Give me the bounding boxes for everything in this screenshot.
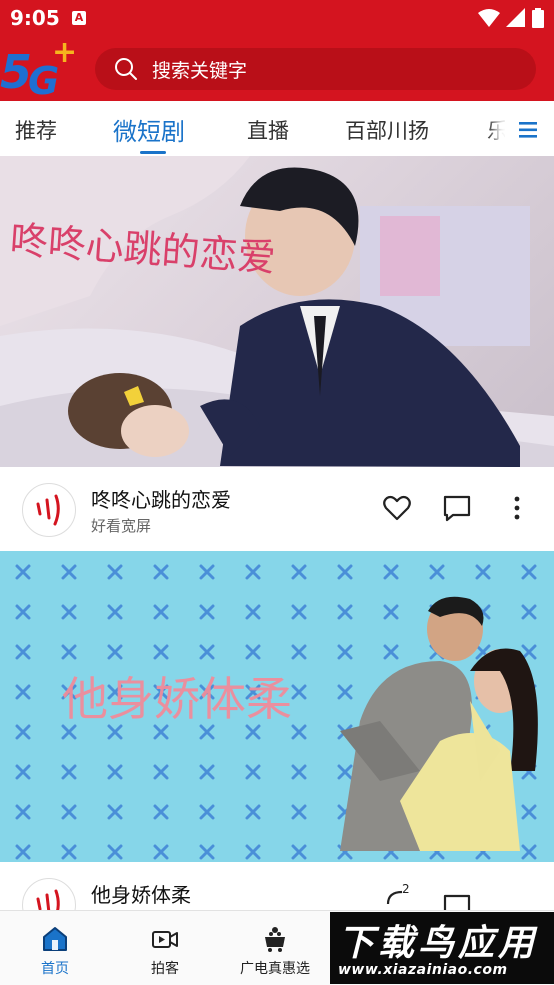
- watermark-url: www.xiazainiao.com: [338, 962, 508, 978]
- video-title[interactable]: 他身娇体柔: [91, 879, 191, 908]
- app-logo[interactable]: 5 G +: [0, 35, 80, 103]
- comment-icon[interactable]: [442, 493, 472, 523]
- status-time: 9:05: [10, 6, 60, 30]
- like-icon[interactable]: [382, 493, 412, 523]
- video-poster[interactable]: 他身娇体柔: [0, 551, 554, 862]
- menu-icon: [519, 122, 537, 138]
- tab-micro-drama[interactable]: 微短剧: [113, 112, 185, 147]
- shopping-cart-icon: [265, 927, 285, 952]
- svg-text:+: +: [52, 36, 77, 70]
- video-title[interactable]: 咚咚心跳的恋爱: [91, 484, 231, 513]
- video-poster[interactable]: 咚咚心跳的恋爱: [0, 156, 554, 467]
- wifi-icon: [478, 9, 500, 27]
- system-icons: [478, 8, 544, 28]
- nav-guangdian-select[interactable]: 广电真惠选: [220, 911, 330, 985]
- sichuan-logo-icon: [36, 494, 60, 526]
- comment-count: 2: [402, 882, 410, 896]
- active-tab-indicator: [140, 151, 166, 154]
- channel-avatar[interactable]: [22, 483, 76, 537]
- tab-live[interactable]: 直播: [247, 115, 289, 145]
- watermark-title: 下载鸟应用: [338, 923, 539, 964]
- status-bar: 9:05 A: [0, 0, 554, 36]
- site-watermark: 下载鸟应用 www.xiazainiao.com: [330, 912, 554, 984]
- tab-baibu-chuanyang[interactable]: 百部川扬: [345, 115, 429, 145]
- search-bar[interactable]: 搜索关键字: [95, 48, 536, 90]
- tab-recommend[interactable]: 推荐: [15, 115, 57, 145]
- nav-label: 首页: [41, 961, 69, 977]
- nav-paike[interactable]: 拍客: [110, 911, 220, 985]
- video-camera-icon: [152, 931, 178, 948]
- battery-icon: [532, 8, 544, 28]
- nav-home[interactable]: 首页: [0, 911, 110, 985]
- poster-title-overlay: 他身娇体柔: [62, 672, 292, 726]
- more-icon[interactable]: [502, 493, 532, 523]
- home-icon: [43, 927, 67, 951]
- nav-label: 拍客: [151, 961, 179, 977]
- notification-icon: A: [72, 11, 86, 25]
- search-icon: [115, 58, 137, 80]
- nav-label: 广电真惠选: [240, 961, 310, 977]
- top-bar: 9:05 A 5 G + 搜索关键字: [0, 0, 554, 103]
- poster-illustration: [0, 156, 554, 467]
- category-tabs: 推荐 微短剧 直播 百部川扬 乐: [0, 101, 554, 157]
- video-source: 好看宽屏: [91, 517, 152, 535]
- tab-menu-button[interactable]: [505, 115, 549, 145]
- signal-icon: [506, 8, 525, 27]
- video-card-info: 咚咚心跳的恋爱 好看宽屏: [0, 467, 554, 551]
- search-placeholder: 搜索关键字: [152, 60, 248, 82]
